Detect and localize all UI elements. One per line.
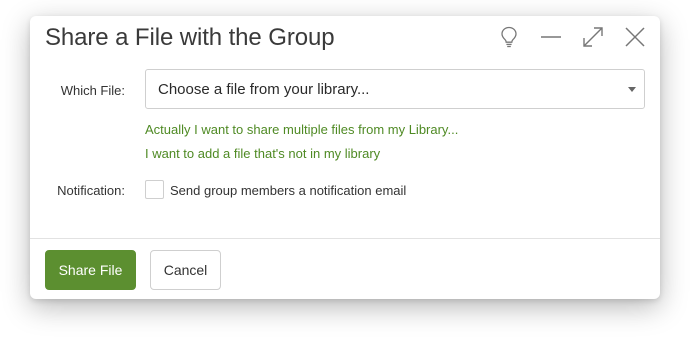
footer-divider xyxy=(30,238,660,239)
chevron-down-icon xyxy=(628,87,636,92)
expand-icon[interactable] xyxy=(578,24,608,50)
file-select[interactable]: Choose a file from your library... xyxy=(145,69,645,109)
close-icon[interactable] xyxy=(620,24,650,50)
notification-checkbox[interactable] xyxy=(145,180,164,199)
notification-checkbox-label[interactable]: Send group members a notification email xyxy=(170,183,406,198)
share-multiple-files-link[interactable]: Actually I want to share multiple files … xyxy=(145,122,458,137)
dialog-title: Share a File with the Group xyxy=(45,24,335,51)
lightbulb-icon[interactable] xyxy=(494,24,524,50)
minimize-icon[interactable] xyxy=(536,24,566,50)
dialog-header-controls xyxy=(482,24,650,50)
add-external-file-link[interactable]: I want to add a file that's not in my li… xyxy=(145,146,380,161)
share-file-button[interactable]: Share File xyxy=(45,250,136,290)
which-file-label: Which File: xyxy=(60,83,125,98)
cancel-button[interactable]: Cancel xyxy=(150,250,221,290)
notification-label: Notification: xyxy=(57,183,125,198)
file-select-value: Choose a file from your library... xyxy=(158,81,370,98)
share-file-dialog: Share a File with the Group Which File: … xyxy=(30,16,660,299)
